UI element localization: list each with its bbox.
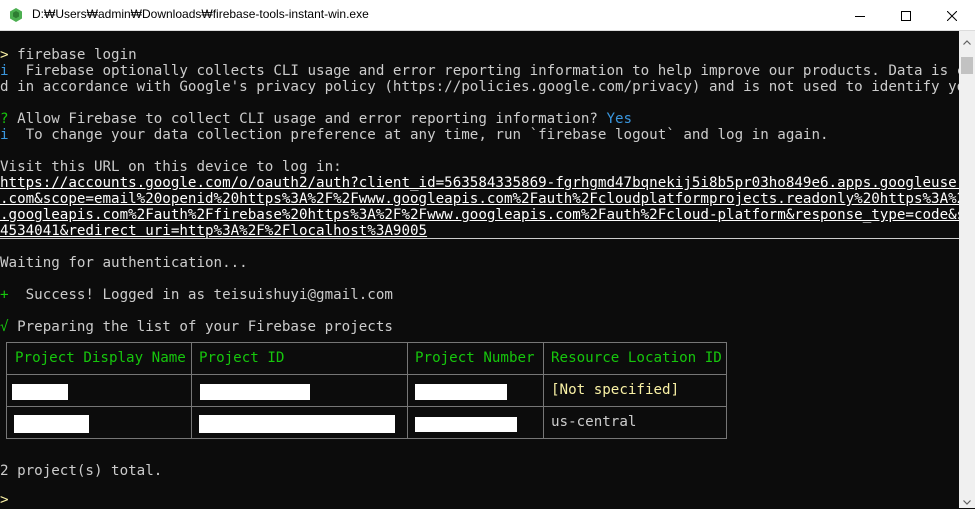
- redacted-project-id: [200, 384, 310, 400]
- success-line: + Success! Logged in as teisuishuyi@gmai…: [0, 287, 393, 303]
- total-line: 2 project(s) total.: [0, 463, 163, 479]
- question-line: ? Allow Firebase to collect CLI usage an…: [0, 111, 632, 127]
- info-text-1: Firebase optionally collects CLI usage a…: [8, 63, 959, 79]
- chevron-up-icon: [963, 30, 971, 49]
- question-symbol: ?: [0, 111, 9, 127]
- console-output[interactable]: > firebase login i Firebase optionally c…: [0, 31, 959, 508]
- success-icon: +: [0, 287, 9, 303]
- table-border: [6, 374, 727, 375]
- checkmark-icon: √: [0, 319, 9, 335]
- header-project-number: Project Number: [415, 350, 535, 366]
- header-resource-location-id: Resource Location ID: [551, 350, 722, 366]
- info-text-2: To change your data collection preferenc…: [8, 127, 829, 143]
- maximize-icon: [901, 6, 911, 25]
- scroll-down-button[interactable]: [959, 491, 975, 508]
- login-url-line[interactable]: .com&scope=email%20openid%20https%3A%2F%…: [0, 191, 959, 207]
- window-title: D:₩Users₩admin₩Downloads₩firebase-tools-…: [32, 7, 369, 21]
- redacted-display-name: [12, 384, 68, 400]
- location-row-1: [Not specified]: [551, 382, 680, 398]
- redacted-project-number: [415, 417, 517, 432]
- maximize-button[interactable]: [883, 0, 929, 31]
- projects-table: Project Display Name Project ID Project …: [6, 342, 727, 439]
- waiting-line: Waiting for authentication...: [0, 255, 248, 271]
- login-url-line[interactable]: .googleapis.com%2Fauth%2Ffirebase%20http…: [0, 207, 959, 223]
- terminal-window: D:₩Users₩admin₩Downloads₩firebase-tools-…: [0, 0, 975, 508]
- vertical-scrollbar[interactable]: [959, 31, 975, 508]
- table-border: [6, 438, 727, 439]
- table-border: [6, 406, 727, 407]
- preparing-line: √ Preparing the list of your Firebase pr…: [0, 319, 393, 335]
- redacted-project-number: [415, 384, 507, 400]
- firebase-hexagon-icon: [8, 7, 24, 23]
- redacted-display-name: [14, 415, 89, 433]
- command-line: > firebase login: [0, 47, 137, 63]
- preparing-text: Preparing the list of your Firebase proj…: [8, 319, 393, 335]
- table-border: [543, 342, 544, 439]
- info-line-1: i Firebase optionally collects CLI usage…: [0, 63, 959, 79]
- table-border: [6, 342, 7, 439]
- redacted-project-id: [199, 415, 395, 433]
- minimize-icon: [855, 6, 865, 25]
- answer-text: Yes: [606, 111, 633, 127]
- scrollbar-thumb[interactable]: [961, 57, 973, 74]
- title-bar[interactable]: D:₩Users₩admin₩Downloads₩firebase-tools-…: [0, 0, 975, 31]
- info-line-2: i To change your data collection prefere…: [0, 127, 829, 143]
- visit-url-label: Visit this URL on this device to log in:: [0, 159, 342, 175]
- table-border: [191, 342, 192, 439]
- info-symbol: i: [0, 63, 9, 79]
- header-project-display-name: Project Display Name: [15, 350, 186, 366]
- minimize-button[interactable]: [837, 0, 883, 31]
- table-border: [726, 342, 727, 439]
- info-line-1-cont: d in accordance with Google's privacy po…: [0, 79, 959, 95]
- success-text: Success! Logged in as teisuishuyi@gmail.…: [8, 287, 393, 303]
- close-icon: [946, 6, 958, 25]
- login-url-line[interactable]: https://accounts.google.com/o/oauth2/aut…: [0, 175, 959, 191]
- table-border: [407, 342, 408, 439]
- table-border: [6, 342, 727, 343]
- scroll-up-button[interactable]: [959, 31, 975, 48]
- command-text: firebase login: [8, 47, 137, 63]
- login-url-line[interactable]: 4534041&redirect_uri=http%3A%2F%2Flocalh…: [0, 223, 427, 239]
- separator-line: [0, 238, 959, 239]
- chevron-down-icon: [963, 490, 971, 509]
- question-text: Allow Firebase to collect CLI usage and …: [8, 111, 607, 127]
- info-symbol: i: [0, 127, 9, 143]
- close-button[interactable]: [929, 0, 975, 31]
- header-project-id: Project ID: [199, 350, 285, 366]
- final-prompt[interactable]: >: [0, 492, 9, 508]
- prompt-symbol: >: [0, 47, 9, 63]
- location-row-2: us-central: [551, 414, 637, 430]
